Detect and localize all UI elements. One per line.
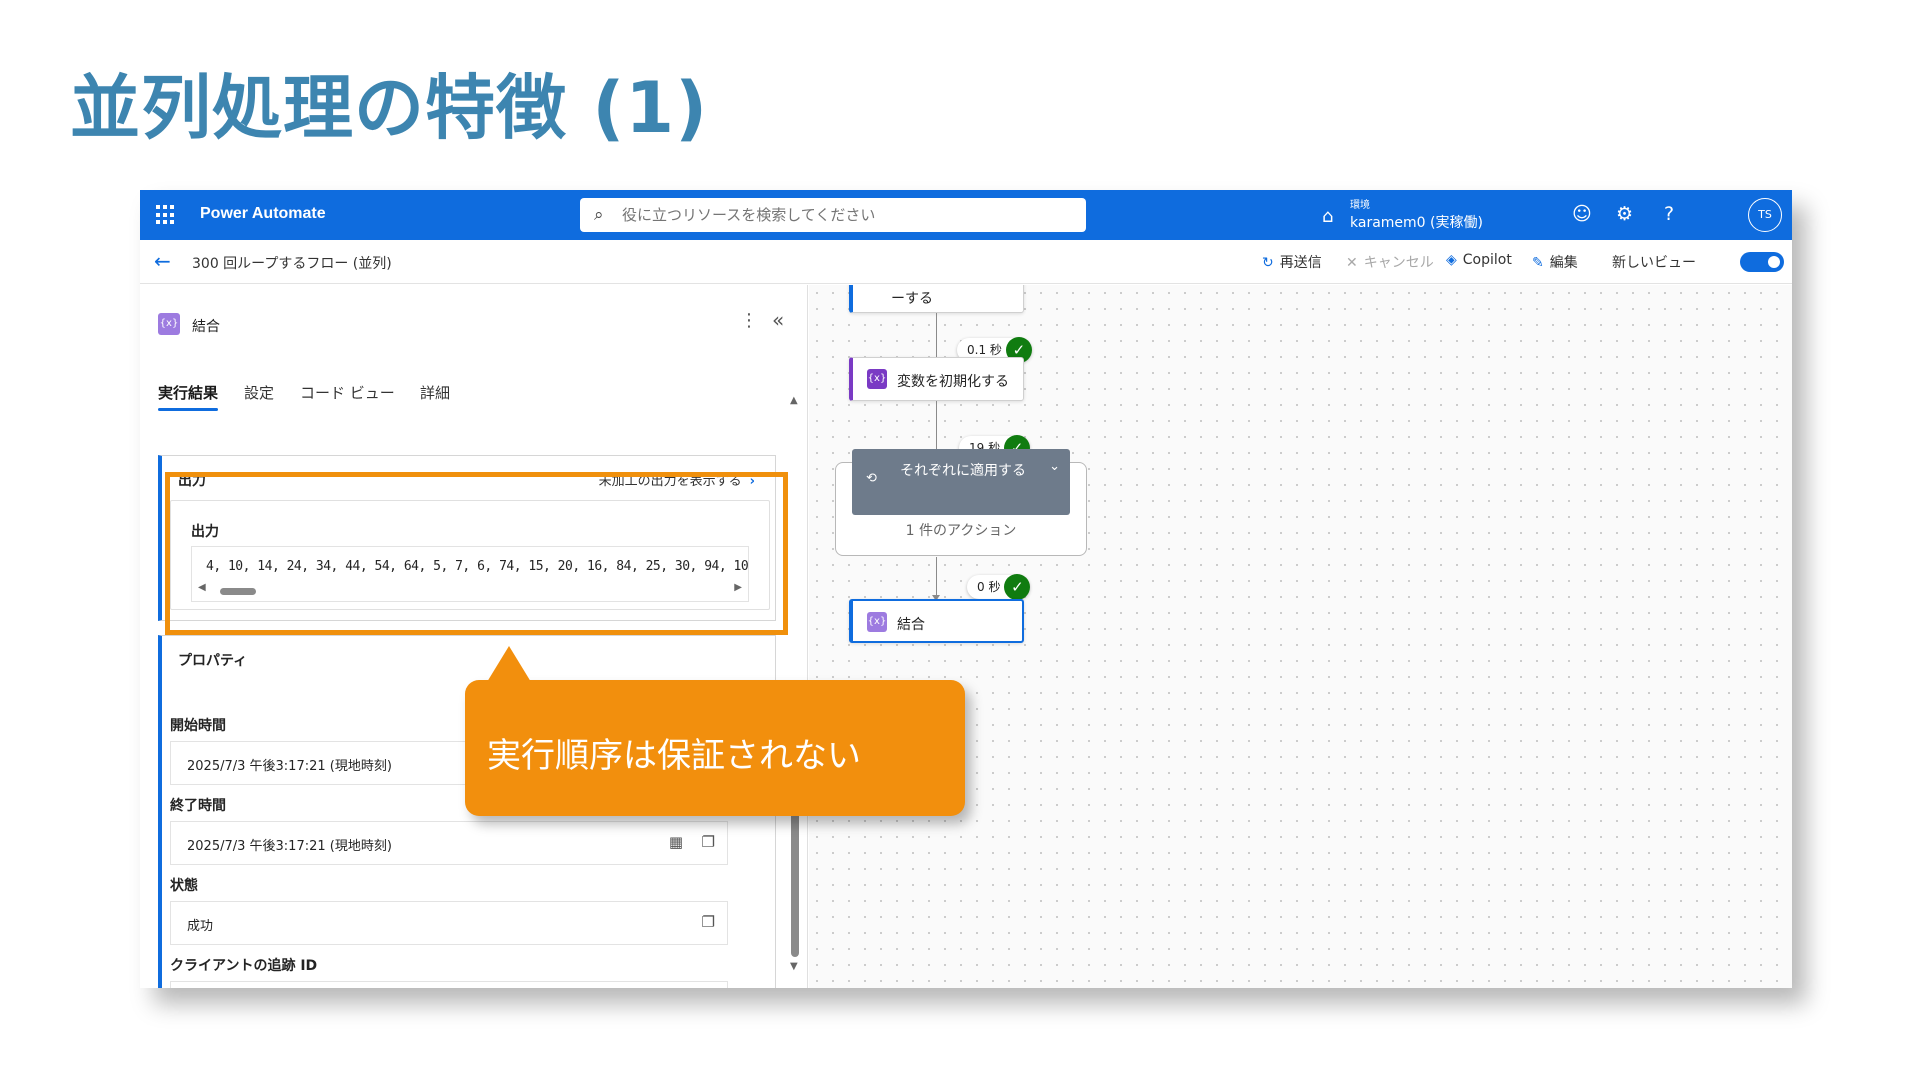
tab-settings[interactable]: 設定: [244, 382, 274, 403]
tab-details[interactable]: 詳細: [420, 382, 450, 403]
tab-code-view[interactable]: コード ビュー: [300, 382, 395, 403]
node-label: 結合: [897, 617, 925, 633]
scroll-down-icon[interactable]: ▼: [790, 961, 798, 972]
node-label: ーする: [891, 291, 933, 307]
tracking-id-field: [170, 981, 728, 988]
slide-title: 並列処理の特徴 (1): [70, 67, 709, 149]
variable-icon: {x}: [867, 369, 887, 389]
end-time-value: 2025/7/3 午後3:17:21 (現地時刻): [187, 839, 392, 854]
search-icon: ⌕: [594, 205, 604, 225]
connector: [932, 557, 940, 601]
flow-canvas[interactable]: ーする 0.1 秒 ✓ {x} 変数を初期化する 19 秒 ✓ ⟲ それぞれに適…: [809, 285, 1792, 988]
environment-label: 環境: [1350, 200, 1370, 211]
properties-section-title: プロパティ: [178, 653, 248, 669]
scope-label: それぞれに適用する: [900, 463, 1026, 479]
flow-node-initialize-variable[interactable]: {x} 変数を初期化する: [849, 357, 1024, 401]
pencil-icon: ✎: [1532, 255, 1544, 271]
callout-bubble: 実行順序は保証されない: [465, 646, 965, 816]
collapse-panel-icon[interactable]: «: [772, 308, 784, 332]
search-input[interactable]: [622, 206, 1062, 224]
command-bar: ← 300 回ループするフロー (並列) ↻ 再送信 ✕ キャンセル ◈ Copilo…: [140, 240, 1792, 284]
loop-icon: ⟲: [866, 471, 877, 486]
environment-name: karamem0 (実稼働): [1350, 215, 1483, 231]
scope-action-count: 1 件のアクション: [905, 523, 1017, 539]
join-icon: {x}: [867, 612, 887, 632]
tab-run-results[interactable]: 実行結果: [158, 382, 219, 411]
flow-node-previous[interactable]: ーする: [849, 285, 1024, 313]
copy-icon[interactable]: ❐: [702, 833, 715, 851]
tracking-id-label: クライアントの追跡 ID: [170, 958, 318, 974]
flow-node-join[interactable]: {x} 結合: [849, 599, 1024, 643]
environment-picker[interactable]: ⌂ 環境 karamem0 (実稼働): [1322, 196, 1483, 232]
refresh-icon: ↻: [1262, 255, 1274, 271]
top-bar: Power Automate ⌕ ⌂ 環境 karamem0 (実稼働) ☺ ⚙…: [140, 190, 1792, 240]
output-highlight-frame: [165, 472, 788, 635]
chevron-down-icon[interactable]: ⌄: [1049, 459, 1060, 474]
search-box[interactable]: ⌕: [580, 198, 1086, 232]
avatar[interactable]: TS: [1748, 198, 1782, 232]
panel-title: 結合: [192, 319, 220, 335]
node-label: 変数を初期化する: [897, 374, 1009, 390]
scroll-up-icon[interactable]: ▲: [790, 395, 798, 406]
start-time-label: 開始時間: [170, 718, 226, 734]
copilot-icon: ◈: [1446, 252, 1457, 268]
calendar-icon[interactable]: ▦: [669, 833, 683, 851]
help-icon[interactable]: ?: [1664, 203, 1674, 225]
app-launcher-icon[interactable]: [156, 205, 176, 225]
smiley-icon[interactable]: ☺: [1572, 203, 1592, 225]
end-time-label: 終了時間: [170, 798, 226, 814]
copilot-button[interactable]: ◈ Copilot: [1446, 252, 1512, 268]
back-arrow-icon[interactable]: ←: [154, 249, 171, 273]
start-time-value: 2025/7/3 午後3:17:21 (現地時刻): [187, 759, 392, 774]
apply-to-each-header[interactable]: ⟲ それぞれに適用する ⌄: [852, 449, 1070, 515]
new-view-label: 新しいビュー: [1612, 255, 1696, 271]
status-value: 成功: [187, 919, 214, 934]
flow-name: 300 回ループするフロー (並列): [192, 256, 392, 272]
more-options-icon[interactable]: ⋮: [740, 310, 758, 331]
duration-badge: 0 秒 ✓: [967, 574, 1031, 600]
apply-to-each-scope[interactable]: ⟲ それぞれに適用する ⌄ 1 件のアクション: [835, 449, 1087, 556]
details-panel: {x} 結合 ⋮ « 実行結果 設定 コード ビュー 詳細 出力 未加工の出力を…: [140, 285, 808, 988]
edit-button[interactable]: ✎ 編集: [1532, 252, 1578, 272]
close-icon: ✕: [1346, 255, 1358, 271]
status-label: 状態: [170, 878, 198, 894]
copy-icon[interactable]: ❐: [702, 913, 715, 931]
gear-icon[interactable]: ⚙: [1616, 203, 1633, 225]
join-action-icon: {x}: [158, 313, 180, 335]
resubmit-button[interactable]: ↻ 再送信: [1262, 252, 1322, 272]
callout-text: 実行順序は保証されない: [487, 736, 861, 776]
new-view-toggle[interactable]: [1740, 252, 1784, 272]
connector: [932, 401, 940, 457]
environment-icon: ⌂: [1322, 206, 1334, 227]
checkmark-icon: ✓: [1004, 574, 1031, 600]
brand-name[interactable]: Power Automate: [200, 205, 326, 223]
cancel-button[interactable]: ✕ キャンセル: [1346, 252, 1434, 272]
status-field: 成功 ❐: [170, 901, 728, 945]
end-time-field: 2025/7/3 午後3:17:21 (現地時刻) ▦ ❐: [170, 821, 728, 865]
